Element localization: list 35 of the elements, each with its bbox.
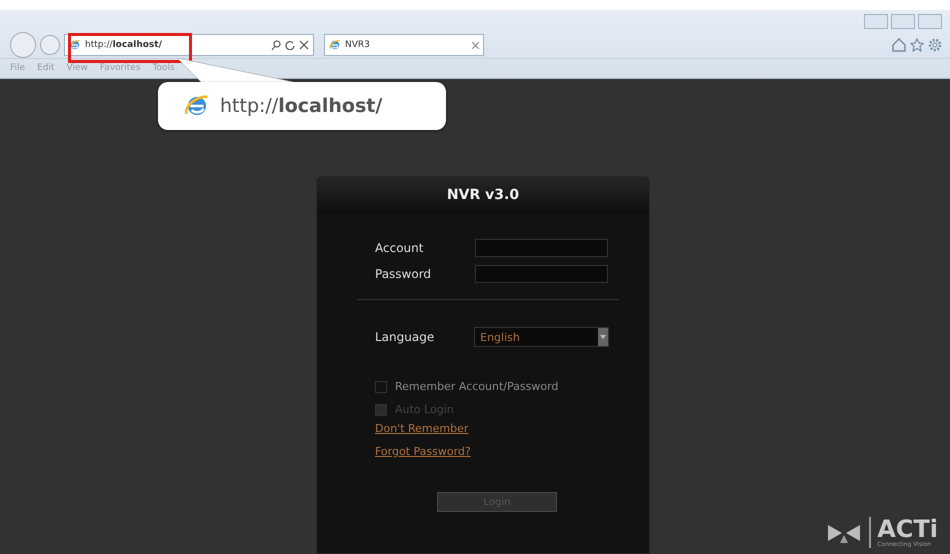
checkbox-label: Remember Account/Password xyxy=(395,380,558,393)
link[interactable]: Don't Remember xyxy=(375,422,609,435)
close-button[interactable] xyxy=(918,14,942,28)
close-icon[interactable] xyxy=(472,42,479,48)
back-button[interactable] xyxy=(10,32,36,58)
browser-logo-icon xyxy=(329,39,341,51)
maximize-button[interactable] xyxy=(891,14,915,28)
checkbox[interactable] xyxy=(375,380,387,392)
field-label: Password xyxy=(375,267,432,281)
field-label: Language xyxy=(375,330,436,344)
login-title: NVR v3.0 xyxy=(317,177,649,213)
stop-icon[interactable] xyxy=(299,40,309,50)
language-dropdown[interactable]: English xyxy=(474,327,609,347)
input-field[interactable] xyxy=(475,265,608,283)
browser-tab[interactable]: NVR3 xyxy=(324,34,484,56)
minimize-button[interactable] xyxy=(864,14,888,28)
link[interactable]: Forgot Password? xyxy=(375,445,609,458)
address-bar[interactable]: http://localhost/ xyxy=(64,34,314,56)
menu-item[interactable]: Tools xyxy=(152,63,175,73)
refresh-icon[interactable] xyxy=(285,40,295,50)
menu-item[interactable]: Edit xyxy=(37,63,54,73)
menu-item[interactable]: View xyxy=(66,63,88,73)
logo-name: ACTi xyxy=(877,517,938,541)
input-field[interactable] xyxy=(475,239,608,257)
caret-icon xyxy=(600,335,606,339)
browser-logo-icon xyxy=(69,39,81,51)
menu-item[interactable]: Favorites xyxy=(100,63,141,73)
menu-item[interactable]: File xyxy=(10,63,26,73)
search-icon[interactable] xyxy=(271,40,281,50)
forward-button[interactable] xyxy=(40,35,60,55)
home-icon[interactable] xyxy=(892,38,906,52)
callout-url: http://localhost/ xyxy=(220,95,382,117)
field-label: Account xyxy=(375,241,424,255)
star-icon[interactable] xyxy=(910,38,924,52)
settings-icon[interactable] xyxy=(928,38,942,52)
